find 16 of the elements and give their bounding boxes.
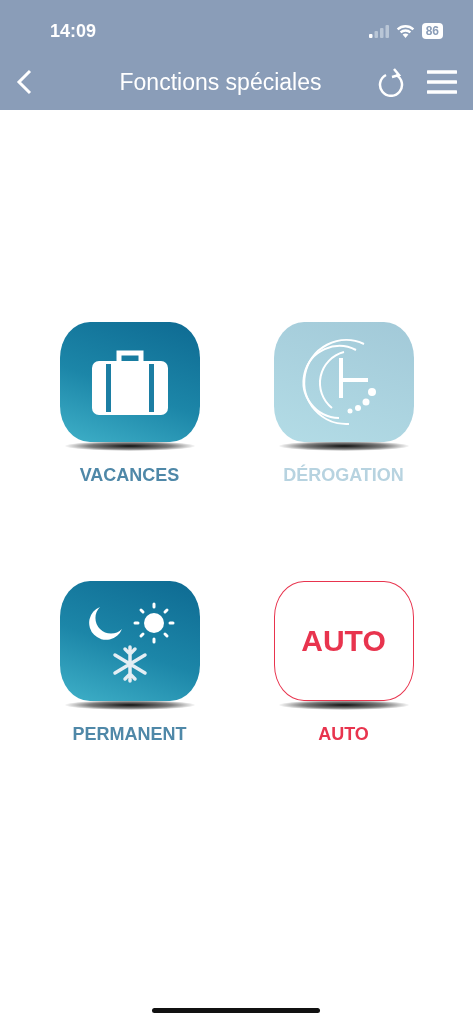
back-button[interactable] (16, 69, 32, 95)
mode-button[interactable]: PERMANENT (22, 581, 237, 744)
status-time: 14:09 (50, 20, 98, 42)
back-icon (16, 69, 32, 95)
menu-icon (427, 70, 457, 94)
battery-level: 86 (421, 23, 443, 39)
tile-text: AUTO (301, 624, 386, 658)
refresh-button[interactable] (377, 67, 405, 97)
mode-button[interactable]: VACANCES (22, 322, 237, 485)
suitcase-icon (91, 349, 168, 415)
page-title: Fonctions spéciales (118, 68, 323, 96)
wifi-icon (395, 24, 415, 38)
signal-icon (368, 24, 389, 38)
mode-button[interactable]: AUTO AUTO (236, 581, 451, 744)
refresh-icon (377, 67, 405, 97)
menu-button[interactable] (427, 70, 457, 94)
